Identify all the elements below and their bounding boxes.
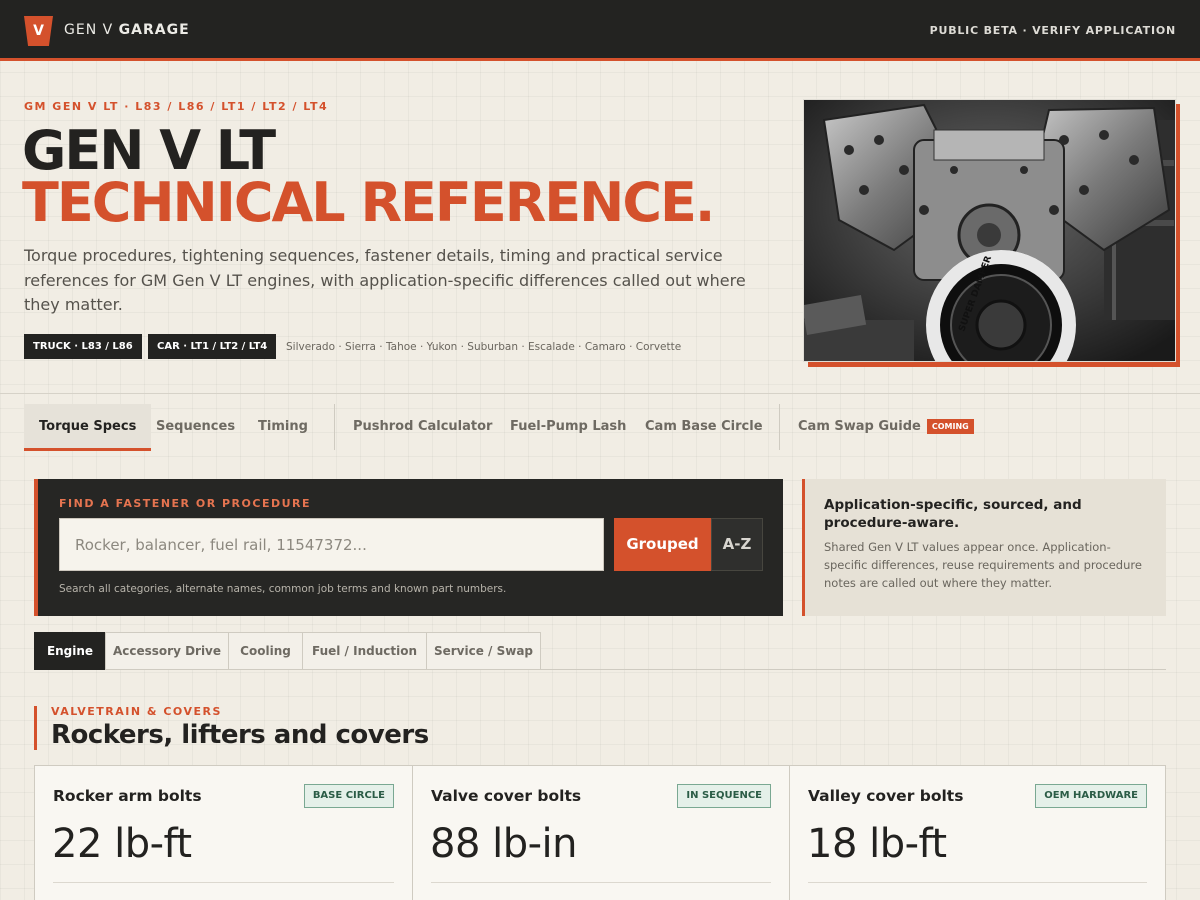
nav-separator xyxy=(334,404,335,450)
card-badge: IN SEQUENCE xyxy=(677,784,771,808)
card-divider xyxy=(808,882,1147,883)
spec-card[interactable]: Valley cover bolts OEM HARDWARE 18 lb-ft xyxy=(789,766,1165,900)
card-badge: OEM HARDWARE xyxy=(1035,784,1147,808)
search-panel: FIND A FASTENER OR PROCEDURE Grouped A-Z… xyxy=(34,479,783,616)
card-badge: BASE CIRCLE xyxy=(303,784,394,808)
card-title: Valley cover bolts xyxy=(808,787,964,805)
spec-card[interactable]: Valve cover bolts IN SEQUENCE 88 lb-in xyxy=(412,766,789,900)
truck-tag: TRUCK · L83 / L86 xyxy=(24,334,142,359)
grouped-button[interactable]: Grouped xyxy=(614,518,711,571)
hero-title-line2: TECHNICAL REFERENCE. xyxy=(22,171,715,234)
brand-prefix: GEN V xyxy=(64,22,119,38)
engine-illustration: SUPER DAMPER xyxy=(804,100,1175,361)
car-tag: CAR · LT1 / LT2 / LT4 xyxy=(148,334,277,359)
section-accent-bar xyxy=(34,706,37,750)
beta-status: PUBLIC BETA · VERIFY APPLICATION xyxy=(929,24,1176,37)
search-help: Search all categories, alternate names, … xyxy=(59,583,507,595)
brand-bold: GARAGE xyxy=(118,22,190,38)
category-tab-cooling[interactable]: Cooling xyxy=(228,632,302,670)
card-torque-value: 88 lb-in xyxy=(430,821,578,867)
info-title: Application-specific, sourced, and proce… xyxy=(824,497,1082,531)
spec-card[interactable]: Rocker arm bolts BASE CIRCLE 22 lb-ft xyxy=(35,766,412,900)
card-divider xyxy=(53,882,394,883)
card-torque-value: 22 lb-ft xyxy=(52,821,192,867)
engine-photo: SUPER DAMPER xyxy=(803,99,1176,362)
info-body: Shared Gen V LT values appear once. Appl… xyxy=(824,540,1142,590)
tab-cam-swap-guide-label: Cam Swap Guide xyxy=(798,419,921,434)
tab-timing[interactable]: Timing xyxy=(243,404,323,451)
tab-cam-base-circle[interactable]: Cam Base Circle xyxy=(630,404,778,451)
info-panel: Application-specific, sourced, and proce… xyxy=(802,479,1166,616)
coming-badge: COMING xyxy=(926,419,974,434)
tab-torque-specs[interactable]: Torque Specs xyxy=(24,404,152,451)
category-tab-service-swap[interactable]: Service / Swap xyxy=(426,632,541,670)
spec-cards: Rocker arm bolts BASE CIRCLE 22 lb-ft Va… xyxy=(34,765,1166,900)
search-label: FIND A FASTENER OR PROCEDURE xyxy=(59,497,312,510)
logo[interactable]: V xyxy=(24,16,53,46)
az-button[interactable]: A-Z xyxy=(711,518,763,571)
card-torque-value: 18 lb-ft xyxy=(807,821,947,867)
hero-divider xyxy=(0,393,1200,394)
category-tab-fuel-induction[interactable]: Fuel / Induction xyxy=(302,632,426,670)
tab-sequences[interactable]: Sequences xyxy=(141,404,250,451)
tab-pushrod-calculator[interactable]: Pushrod Calculator xyxy=(338,404,507,451)
brand-name[interactable]: GEN V GARAGE xyxy=(64,22,190,38)
category-tab-accessory-drive[interactable]: Accessory Drive xyxy=(105,632,228,670)
hero-eyebrow: GM GEN V LT · L83 / L86 / LT1 / LT2 / LT… xyxy=(24,100,329,113)
section-title: Rockers, lifters and covers xyxy=(51,720,429,750)
card-title: Valve cover bolts xyxy=(431,787,582,805)
search-input[interactable] xyxy=(59,518,604,571)
tab-cam-swap-guide[interactable]: Cam Swap Guide COMING xyxy=(783,404,989,451)
top-bar: V GEN V GARAGE PUBLIC BETA · VERIFY APPL… xyxy=(0,0,1200,61)
category-tab-engine[interactable]: Engine xyxy=(34,632,105,670)
tab-fuel-pump-lash[interactable]: Fuel-Pump Lash xyxy=(495,404,641,451)
vehicle-applications: Silverado · Sierra · Tahoe · Yukon · Sub… xyxy=(286,341,682,353)
card-divider xyxy=(431,882,771,883)
card-title: Rocker arm bolts xyxy=(53,787,202,805)
hero-description: Torque procedures, tightening sequences,… xyxy=(24,246,746,314)
section-eyebrow: VALVETRAIN & COVERS xyxy=(51,705,222,718)
nav-separator xyxy=(779,404,780,450)
